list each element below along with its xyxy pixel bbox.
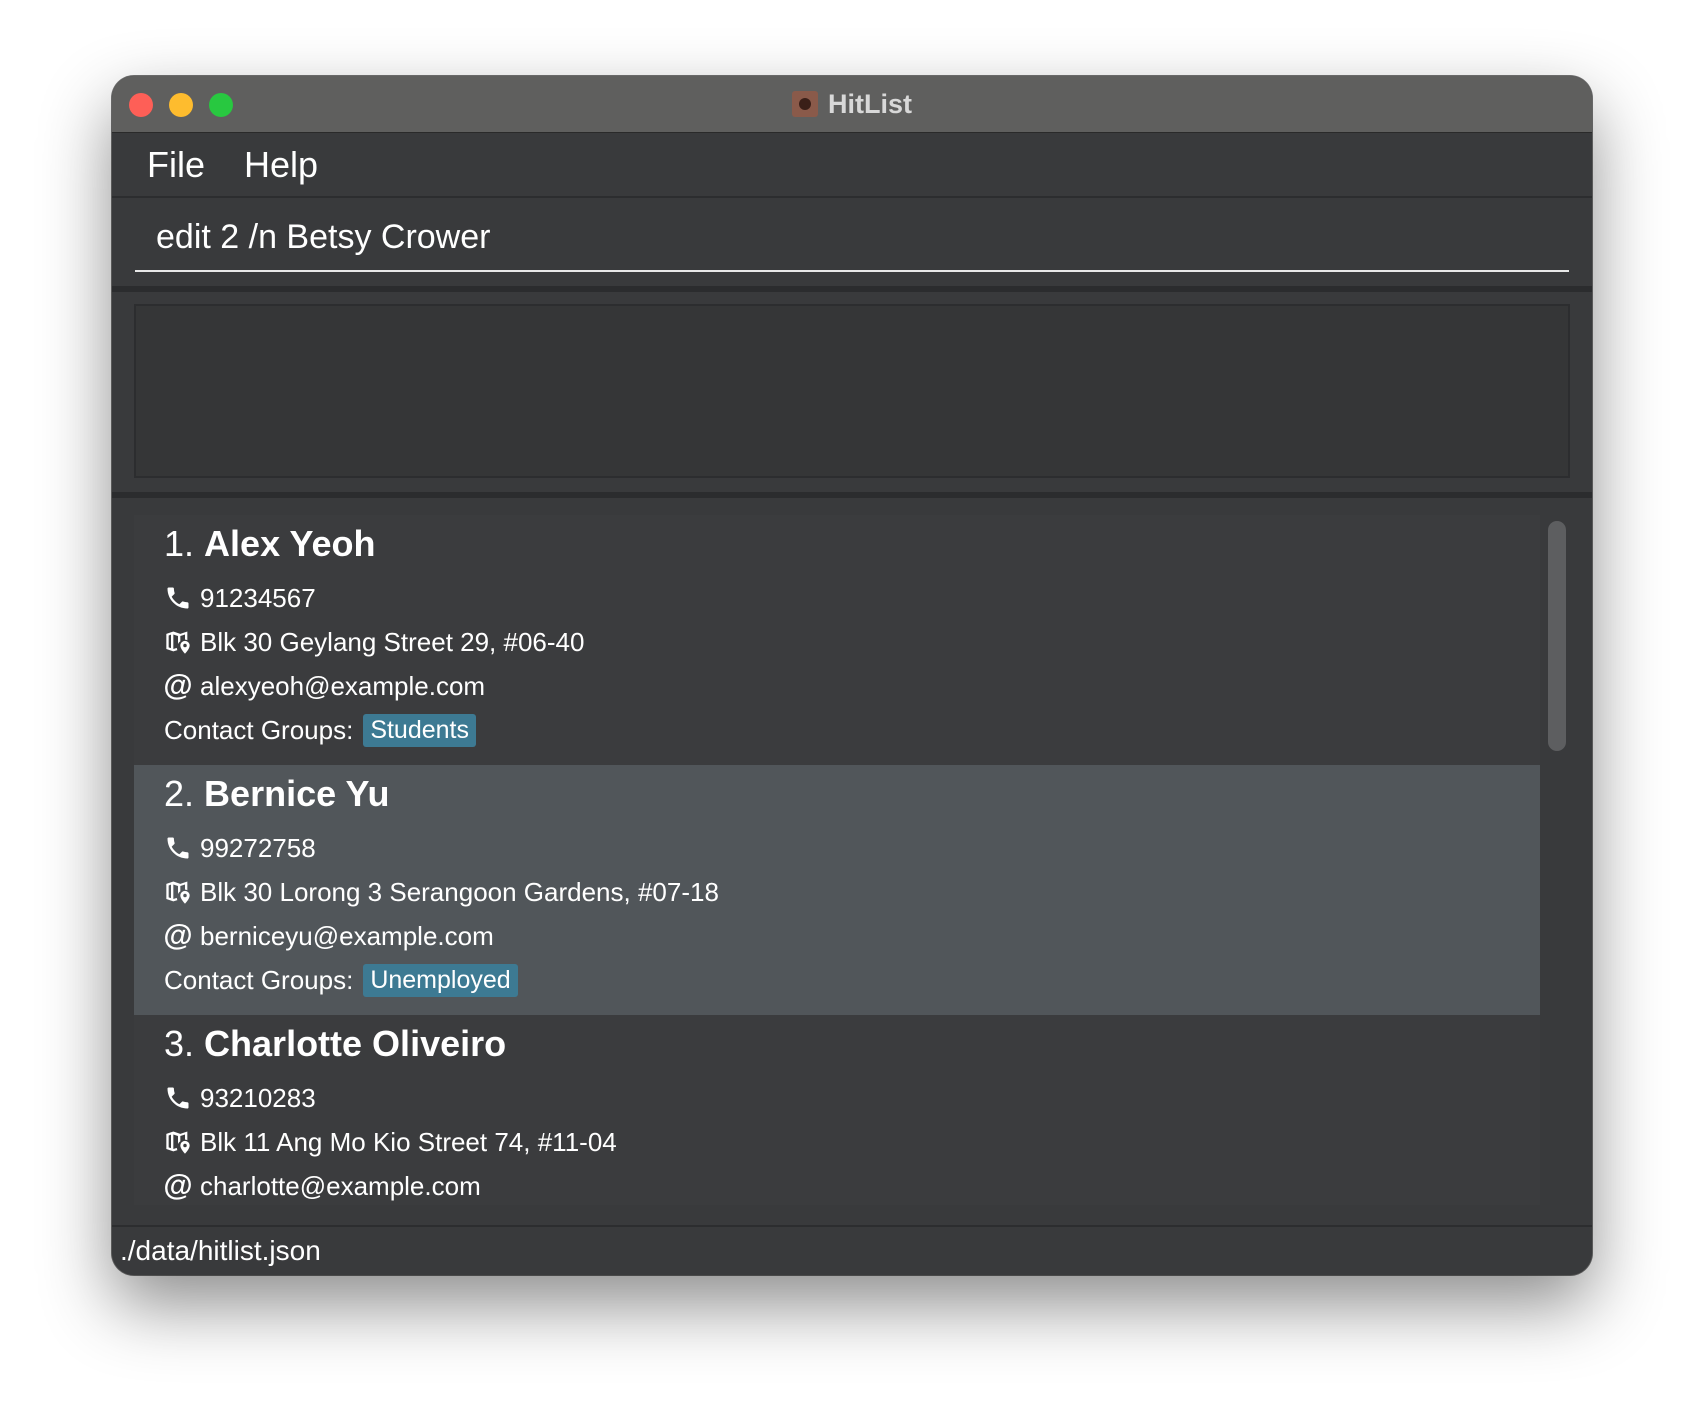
contact-groups-label: Contact Groups: [164,714,354,745]
menu-help[interactable]: Help [244,144,318,186]
person-name: Alex Yeoh [204,523,376,564]
contact-groups-row: Contact Groups: Unemployed [164,960,518,1000]
group-tag: Unemployed [363,963,518,997]
address-text: Blk 30 Lorong 3 Serangoon Gardens, #07-1… [200,876,719,907]
person-name: Bernice Yu [204,773,390,814]
phone-icon [164,834,192,862]
person-name-line: 1. Alex Yeoh [164,523,375,565]
at-icon: @ [163,669,193,702]
phone-text: 93210283 [200,1082,316,1113]
at-icon: @ [163,1169,193,1202]
title-bar: HitList [112,76,1592,133]
phone-icon [164,1084,192,1112]
person-index: 3. [164,1023,195,1064]
window-title: HitList [828,88,912,119]
email-text: berniceyu@example.com [200,920,494,951]
person-list[interactable]: 1. Alex Yeoh 91234567 Blk 30 Geylang Str… [134,515,1540,1205]
menu-bar: File Help [112,133,1592,198]
command-box [112,198,1592,292]
person-index: 1. [164,523,195,564]
title-wrap: HitList [112,76,1592,132]
address-row: Blk 11 Ang Mo Kio Street 74, #11-04 [164,1122,617,1162]
person-name: Charlotte Oliveiro [204,1023,507,1064]
email-text: charlotte@example.com [200,1170,481,1201]
status-bar: ./data/hitlist.json [112,1225,1592,1275]
email-row: @ berniceyu@example.com [163,916,494,956]
address-row: Blk 30 Lorong 3 Serangoon Gardens, #07-1… [164,872,719,912]
result-display-area [112,292,1592,498]
at-icon: @ [163,919,193,952]
person-card-selected[interactable]: 2. Bernice Yu 99272758 Blk 30 Lorong 3 S… [134,765,1540,1015]
person-card[interactable]: 1. Alex Yeoh 91234567 Blk 30 Geylang Str… [134,515,1540,765]
email-row: @ charlotte@example.com [163,1166,481,1205]
phone-row: 93210283 [164,1078,316,1118]
save-location-text: ./data/hitlist.json [120,1235,321,1266]
phone-row: 91234567 [164,578,316,618]
scrollbar-thumb[interactable] [1548,521,1566,751]
app-logo-icon [792,91,818,117]
address-text: Blk 11 Ang Mo Kio Street 74, #11-04 [200,1126,617,1157]
command-input[interactable] [135,204,1569,272]
person-name-line: 2. Bernice Yu [164,773,389,815]
menu-file[interactable]: File [147,144,205,186]
address-text: Blk 30 Geylang Street 29, #06-40 [200,626,585,657]
contact-groups-row: Contact Groups: Students [164,710,476,750]
result-display [134,304,1570,478]
person-name-line: 3. Charlotte Oliveiro [164,1023,506,1065]
contact-groups-label: Contact Groups: [164,964,354,995]
address-row: Blk 30 Geylang Street 29, #06-40 [164,622,584,662]
person-card[interactable]: 3. Charlotte Oliveiro 93210283 Blk 11 An… [134,1015,1540,1205]
app-window: HitList File Help 1. Alex Yeoh 912345 [112,76,1592,1275]
map-pin-icon [164,878,192,906]
map-pin-icon [164,628,192,656]
person-index: 2. [164,773,195,814]
email-text: alexyeoh@example.com [200,670,486,701]
email-row: @ alexyeoh@example.com [163,666,486,706]
phone-icon [164,584,192,612]
phone-text: 91234567 [200,582,316,613]
list-scrollbar[interactable] [1543,515,1569,1205]
group-tag: Students [363,713,476,747]
map-pin-icon [164,1128,192,1156]
phone-text: 99272758 [200,832,316,863]
phone-row: 99272758 [164,828,316,868]
person-list-panel: 1. Alex Yeoh 91234567 Blk 30 Geylang Str… [112,498,1592,1225]
